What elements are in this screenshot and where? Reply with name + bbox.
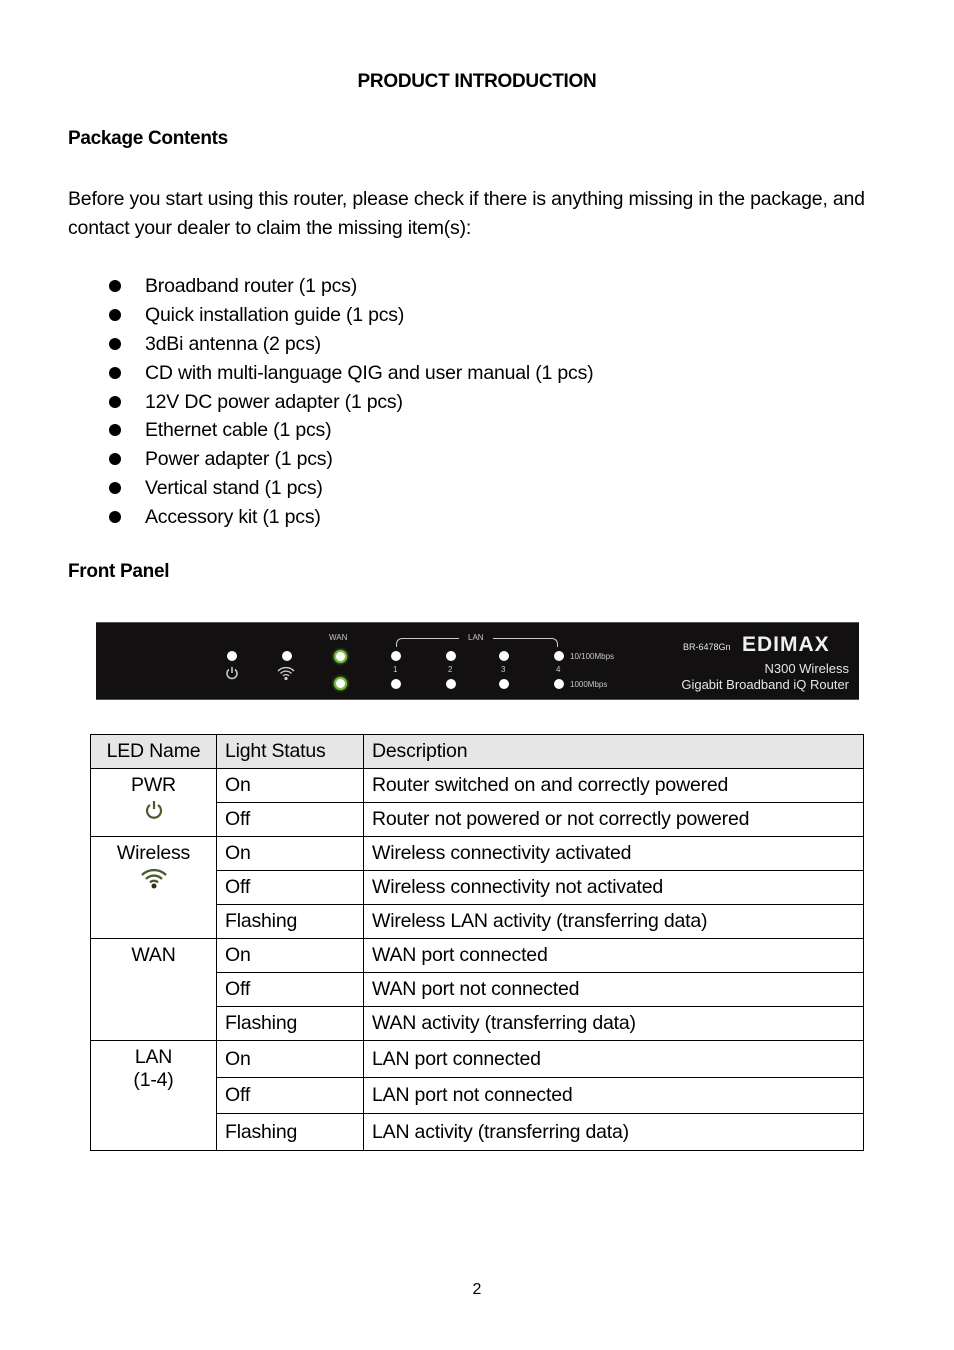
power-led: [227, 651, 237, 661]
package-contents-list: Broadband router (1 pcs) Quick installat…: [0, 272, 594, 532]
description: Wireless connectivity not activated: [363, 870, 864, 905]
description: LAN port not connected: [363, 1077, 864, 1114]
package-contents-heading: Package Contents: [68, 128, 228, 149]
description: WAN activity (transferring data): [363, 1006, 864, 1041]
port-number: 3: [501, 665, 506, 674]
bullet-icon: [109, 308, 121, 321]
power-icon: [145, 801, 162, 819]
led-name: WAN: [131, 944, 176, 966]
header-description: Description: [363, 734, 864, 769]
lan1-led-1000: [391, 679, 401, 689]
light-status: On: [216, 768, 364, 803]
list-item: Ethernet cable (1 pcs): [0, 416, 593, 445]
list-item: Vertical stand (1 pcs): [0, 474, 593, 503]
header-led-name: LED Name: [90, 734, 217, 769]
list-item: 12V DC power adapter (1 pcs): [0, 388, 593, 417]
table-row: PWR On Router switched on and correctly …: [90, 768, 864, 837]
front-panel-image: WAN LAN 1 2 3 4 10/100Mbps 1000Mbps BR-6…: [96, 622, 859, 700]
wireless-led: [282, 651, 292, 661]
port-number: 1: [393, 665, 398, 674]
led-name: LAN: [134, 1046, 173, 1068]
light-status: On: [216, 836, 364, 871]
light-status: Off: [216, 972, 364, 1007]
list-item: Quick installation guide (1 pcs): [0, 301, 593, 330]
bullet-icon: [109, 511, 121, 524]
list-item: 3dBi antenna (2 pcs): [0, 330, 593, 359]
list-item: Broadband router (1 pcs): [0, 272, 593, 301]
description: Router switched on and correctly powered: [363, 768, 864, 803]
light-status: On: [216, 1040, 364, 1078]
power-icon: [226, 667, 238, 680]
table-row: WAN On WAN port connected: [90, 938, 864, 1041]
wifi-icon: [277, 666, 295, 681]
led-name-cell: LAN (1-4): [90, 1040, 217, 1151]
description: Wireless connectivity activated: [363, 836, 864, 871]
wifi-icon: [140, 868, 167, 889]
port-number: 4: [556, 665, 561, 674]
bullet-icon: [109, 366, 121, 379]
led-name: PWR: [131, 774, 176, 796]
description: WAN port connected: [363, 938, 864, 973]
speed-label-10-100: 10/100Mbps: [570, 652, 615, 661]
bullet-icon: [109, 337, 121, 350]
light-status: Off: [216, 1077, 364, 1114]
lan4-led-1000: [554, 679, 564, 689]
description: LAN port connected: [363, 1040, 864, 1078]
list-item: CD with multi-language QIG and user manu…: [0, 359, 594, 388]
table-header-row: LED Name Light Status Description: [90, 734, 864, 769]
lan1-led-10-100: [391, 651, 401, 661]
lan3-led-10-100: [499, 651, 509, 661]
bullet-icon: [109, 424, 121, 437]
page-title: PRODUCT INTRODUCTION: [357, 71, 597, 92]
lan3-led-1000: [499, 679, 509, 689]
package-contents-intro: Before you start using this router, plea…: [68, 188, 865, 239]
wan-label: WAN: [329, 633, 348, 642]
bullet-icon: [109, 280, 121, 292]
front-panel-heading: Front Panel: [68, 561, 170, 582]
header-light-status: Light Status: [216, 734, 364, 769]
light-status: Flashing: [216, 1006, 364, 1041]
table-row: LAN (1-4) On LAN port connected: [90, 1040, 864, 1151]
port-number: 2: [448, 665, 453, 674]
list-item: Accessory kit (1 pcs): [0, 503, 593, 532]
table-row: Wireless On Wireless connectivity activa…: [90, 836, 864, 939]
led-subname: (1-4): [133, 1069, 174, 1091]
lan2-led-1000: [446, 679, 456, 689]
bullet-icon: [109, 482, 121, 495]
led-name: Wireless: [116, 842, 191, 864]
model-number: BR-6478Gn: [683, 642, 731, 652]
led-name-cell: PWR: [90, 768, 217, 837]
description: WAN port not connected: [363, 972, 864, 1007]
wan-led-10-100: [334, 650, 347, 663]
brand-logo: EDIMAX: [742, 633, 830, 656]
lan-bracket-right: [493, 638, 558, 647]
page-number: 2: [472, 1281, 482, 1298]
speed-label-1000: 1000Mbps: [570, 680, 608, 689]
led-name-cell: Wireless: [90, 836, 217, 939]
lan-bracket-left: [396, 638, 459, 647]
list-item: Power adapter (1 pcs): [0, 445, 593, 474]
description: LAN activity (transferring data): [363, 1113, 864, 1151]
led-name-cell: WAN: [90, 938, 217, 1041]
description: Router not powered or not correctly powe…: [363, 802, 864, 837]
bullet-icon: [109, 395, 121, 408]
light-status: Off: [216, 870, 364, 905]
product-line-1: N300 Wireless: [764, 661, 849, 676]
wan-led-1000: [334, 677, 347, 690]
light-status: Flashing: [216, 1113, 364, 1151]
light-status: On: [216, 938, 364, 973]
led-status-table: LED Name Light Status Description PWR On…: [90, 734, 864, 1151]
bullet-icon: [109, 453, 121, 466]
lan2-led-10-100: [446, 651, 456, 661]
lan4-led-10-100: [554, 651, 564, 661]
product-line-2: Gigabit Broadband iQ Router: [681, 677, 849, 692]
light-status: Off: [216, 802, 364, 837]
light-status: Flashing: [216, 904, 364, 939]
description: Wireless LAN activity (transferring data…: [363, 904, 864, 939]
lan-label: LAN: [468, 633, 484, 642]
